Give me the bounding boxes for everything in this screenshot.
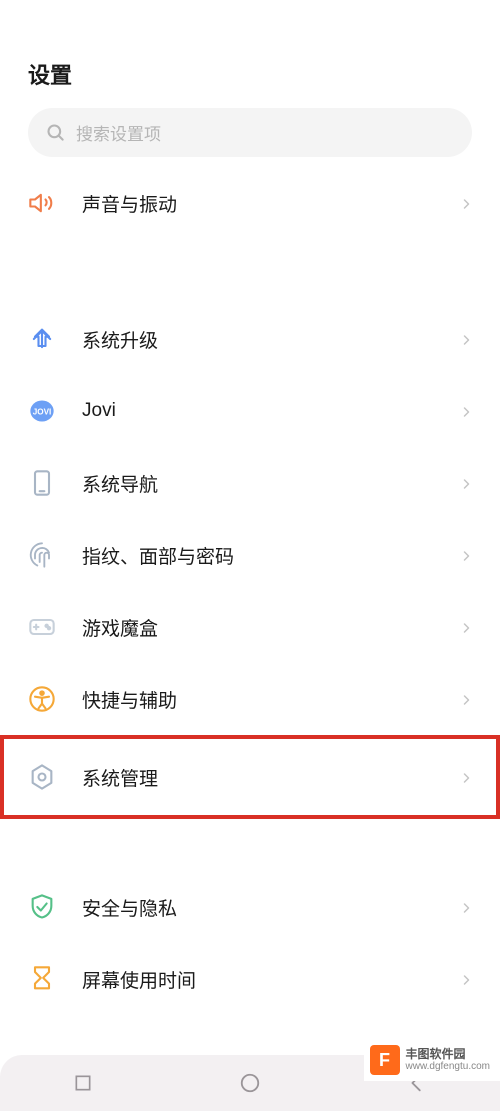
- status-bar: [0, 0, 500, 16]
- chevron-right-icon: [460, 549, 472, 561]
- accessibility-icon: [28, 685, 56, 713]
- jovi-icon: JOVI: [28, 397, 56, 425]
- hourglass-icon: [28, 965, 56, 993]
- group-divider: [0, 819, 500, 871]
- chevron-right-icon: [460, 901, 472, 913]
- item-label: 指纹、面部与密码: [82, 542, 434, 569]
- item-label: 安全与隐私: [82, 894, 434, 921]
- settings-item-gamebox[interactable]: 游戏魔盒: [0, 591, 500, 663]
- chevron-right-icon: [460, 973, 472, 985]
- page-title: 设置: [0, 16, 500, 108]
- settings-item-system-mgmt[interactable]: 系统管理: [4, 739, 496, 815]
- arrow-up-icon: [28, 325, 56, 353]
- phone-icon: [28, 469, 56, 497]
- settings-list: 声音与振动 系统升级 JOVI Jovi: [0, 167, 500, 1015]
- settings-item-biometrics[interactable]: 指纹、面部与密码: [0, 519, 500, 591]
- settings-item-system-upgrade[interactable]: 系统升级: [0, 303, 500, 375]
- group-divider: [0, 239, 500, 303]
- nav-home-button[interactable]: [228, 1061, 272, 1105]
- fingerprint-icon: [28, 541, 56, 569]
- item-label: 系统升级: [82, 326, 434, 353]
- item-label: 系统管理: [82, 764, 434, 791]
- watermark-logo-icon: F: [370, 1045, 400, 1075]
- item-label: 屏幕使用时间: [82, 966, 434, 993]
- sound-icon: [28, 189, 56, 217]
- search-placeholder: 搜索设置项: [76, 120, 161, 145]
- chevron-right-icon: [460, 333, 472, 345]
- gear-icon: [28, 763, 56, 791]
- watermark: F 丰图软件园 www.dgfengtu.com: [364, 1039, 500, 1081]
- settings-item-jovi[interactable]: JOVI Jovi: [0, 375, 500, 447]
- svg-text:JOVI: JOVI: [33, 408, 52, 417]
- chevron-right-icon: [460, 405, 472, 417]
- item-label: Jovi: [82, 400, 434, 422]
- watermark-url: www.dgfengtu.com: [406, 1061, 491, 1073]
- settings-item-system-nav[interactable]: 系统导航: [0, 447, 500, 519]
- item-label: 快捷与辅助: [82, 686, 434, 713]
- chevron-right-icon: [460, 693, 472, 705]
- highlight-box: 系统管理: [0, 735, 500, 819]
- search-container: 搜索设置项: [0, 108, 500, 157]
- item-label: 游戏魔盒: [82, 614, 434, 641]
- settings-item-screentime[interactable]: 屏幕使用时间: [0, 943, 500, 1015]
- watermark-title: 丰图软件园: [406, 1047, 491, 1061]
- item-label: 声音与振动: [82, 190, 434, 217]
- shield-icon: [28, 893, 56, 921]
- chevron-right-icon: [460, 477, 472, 489]
- settings-item-sound[interactable]: 声音与振动: [0, 167, 500, 239]
- search-icon: [46, 123, 66, 143]
- gamebox-icon: [28, 613, 56, 641]
- item-label: 系统导航: [82, 470, 434, 497]
- settings-item-security[interactable]: 安全与隐私: [0, 871, 500, 943]
- chevron-right-icon: [460, 197, 472, 209]
- chevron-right-icon: [460, 621, 472, 633]
- settings-item-shortcut[interactable]: 快捷与辅助: [0, 663, 500, 735]
- chevron-right-icon: [460, 771, 472, 783]
- nav-recent-button[interactable]: [61, 1061, 105, 1105]
- search-input[interactable]: 搜索设置项: [28, 108, 472, 157]
